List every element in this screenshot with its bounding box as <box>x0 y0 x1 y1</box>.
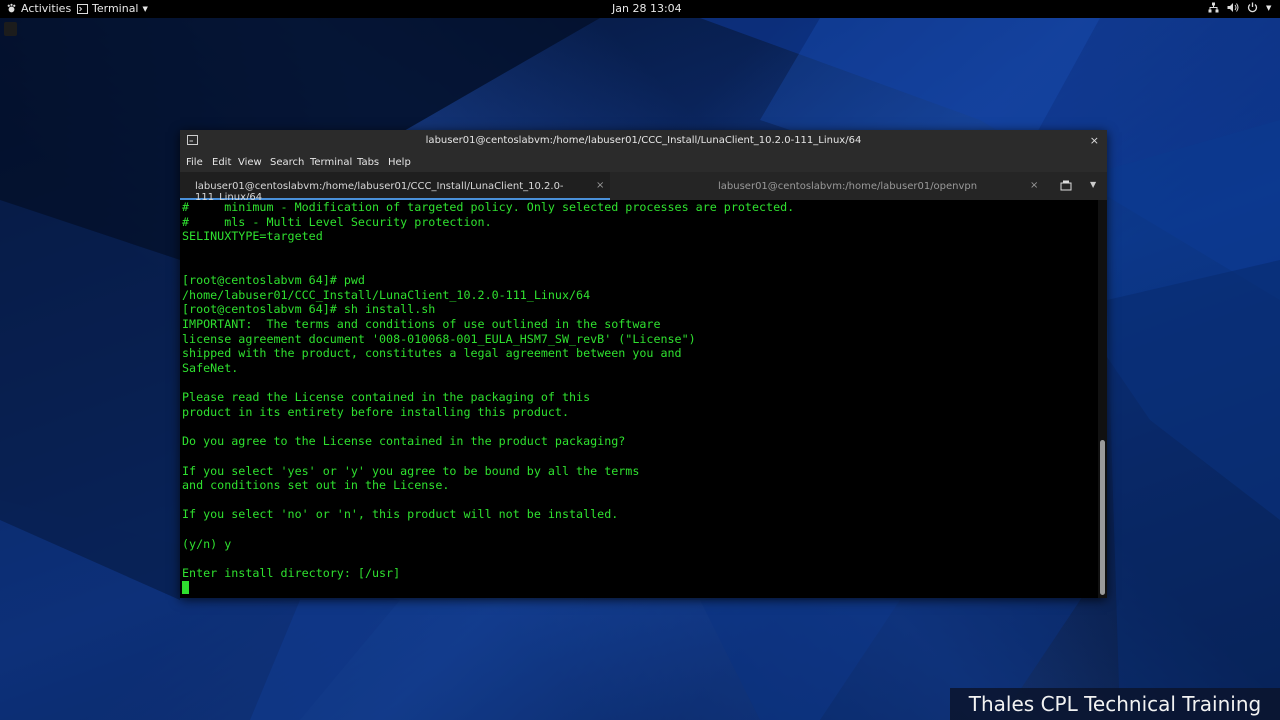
terminal-line: Do you agree to the License contained in… <box>182 434 626 449</box>
terminal-line: # minimum - Modification of targeted pol… <box>182 200 795 214</box>
terminal-line: SELINUXTYPE=targeted <box>182 229 323 244</box>
training-watermark: Thales CPL Technical Training <box>950 688 1280 720</box>
terminal-line: license agreement document '008-010068-0… <box>182 331 696 346</box>
close-icon[interactable]: × <box>596 180 604 191</box>
activities-button[interactable]: Activities <box>6 2 71 15</box>
close-icon[interactable]: × <box>1090 134 1099 147</box>
terminal-line: IMPORTANT: The terms and conditions of u… <box>182 317 661 332</box>
terminal-line: Enter install directory: [/usr] <box>182 566 401 581</box>
terminal-output[interactable]: # minimum - Modification of targeted pol… <box>180 200 1098 598</box>
tab-bar: labuser01@centoslabvm:/home/labuser01/CC… <box>180 172 1107 203</box>
terminal-line: /home/labuser01/CCC_Install/LunaClient_1… <box>182 287 591 302</box>
new-tab-icon[interactable] <box>1060 180 1072 194</box>
tab-lunaclient[interactable]: labuser01@centoslabvm:/home/labuser01/CC… <box>180 172 610 203</box>
text-cursor <box>182 580 189 594</box>
workspace-indicator <box>4 22 17 36</box>
terminal-icon <box>77 3 88 14</box>
terminal-line: (y/n) y <box>182 536 232 551</box>
scrollbar-thumb[interactable] <box>1100 440 1105 595</box>
tab-label: labuser01@centoslabvm:/home/labuser01/op… <box>718 181 978 192</box>
terminal-line: product in its entirety before installin… <box>182 404 570 419</box>
top-bar: Activities Terminal ▼ Jan 28 13:04 ▼ <box>0 0 1280 18</box>
menu-view[interactable]: View <box>238 157 262 168</box>
terminal-line: SafeNet. <box>182 361 239 376</box>
network-icon <box>1208 2 1219 13</box>
clock-label: Jan 28 13:04 <box>612 2 682 15</box>
menu-bar: File Edit View Search Terminal Tabs Help <box>180 152 1107 172</box>
menu-file[interactable]: File <box>186 157 203 168</box>
terminal-line: If you select 'no' or 'n', this product … <box>182 507 619 522</box>
terminal-scrollbar[interactable] <box>1098 200 1107 598</box>
chevron-down-icon[interactable]: ▼ <box>1090 180 1096 189</box>
chevron-down-icon: ▼ <box>142 4 148 13</box>
terminal-line: If you select 'yes' or 'y' you agree to … <box>182 463 640 478</box>
volume-icon <box>1227 2 1239 13</box>
gnome-foot-icon <box>6 3 17 14</box>
terminal-line: [root@centoslabvm 64]# pwd <box>182 273 365 288</box>
chevron-down-icon: ▼ <box>1266 3 1272 12</box>
tab-openvpn[interactable]: labuser01@centoslabvm:/home/labuser01/op… <box>610 172 1042 200</box>
terminal-line: # mls - Multi Level Security protection. <box>182 214 492 229</box>
terminal-line: Please read the License contained in the… <box>182 390 591 405</box>
window-title: labuser01@centoslabvm:/home/labuser01/CC… <box>425 135 862 146</box>
menu-search[interactable]: Search <box>270 157 304 168</box>
terminal-line: [root@centoslabvm 64]# sh install.sh <box>182 302 436 317</box>
activities-label: Activities <box>21 2 72 15</box>
terminal-line: and conditions set out in the License. <box>182 478 450 493</box>
clock[interactable]: Jan 28 13:04 <box>612 2 682 15</box>
menu-tabs[interactable]: Tabs <box>357 157 379 168</box>
menu-terminal[interactable]: Terminal <box>310 157 352 168</box>
app-menu-label: Terminal <box>92 2 139 15</box>
app-menu-terminal[interactable]: Terminal ▼ <box>77 2 148 15</box>
terminal-line: shipped with the product, constitutes a … <box>182 346 682 361</box>
power-icon <box>1247 2 1258 13</box>
menu-edit[interactable]: Edit <box>212 157 231 168</box>
system-tray[interactable]: ▼ <box>1208 2 1271 13</box>
terminal-window[interactable]: labuser01@centoslabvm:/home/labuser01/CC… <box>180 130 1107 598</box>
menu-help[interactable]: Help <box>388 157 411 168</box>
close-icon[interactable]: × <box>1030 180 1038 191</box>
terminal-cursor-line <box>182 580 1098 596</box>
window-titlebar[interactable]: labuser01@centoslabvm:/home/labuser01/CC… <box>180 130 1107 152</box>
